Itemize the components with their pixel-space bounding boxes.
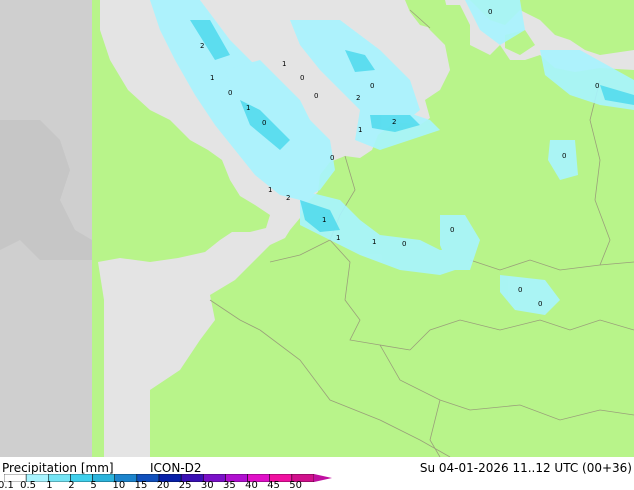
precip-marker: 1: [372, 238, 376, 246]
precip-marker: 2: [392, 118, 396, 126]
legend-tick-label: 40: [245, 480, 258, 490]
precip-marker: 0: [330, 154, 334, 162]
legend-tick-label: 25: [178, 480, 192, 490]
legend-tick-label: 35: [223, 480, 236, 490]
precip-marker: 1: [322, 216, 326, 224]
precip-marker: 1: [336, 234, 340, 242]
precip-marker: 0: [314, 92, 318, 100]
precip-marker: 0: [488, 8, 492, 16]
legend-tick-label: 20: [156, 480, 170, 490]
precip-marker: 1: [268, 186, 272, 194]
legend-tick-label: 30: [200, 480, 214, 490]
precip-marker: 0: [450, 226, 454, 234]
precip-marker: 0: [518, 286, 522, 294]
precip-marker: 2: [200, 42, 204, 50]
precip-marker: 1: [358, 126, 362, 134]
legend-tick-label: 45: [267, 480, 280, 490]
legend-tick-label: 15: [134, 480, 148, 490]
map-title: Precipitation [mm]: [2, 461, 114, 475]
legend-tick-label: 2: [68, 480, 75, 490]
precip-marker: 1: [282, 60, 286, 68]
legend-tick-label: 0.5: [20, 480, 36, 490]
legend-tick-label: 50: [289, 480, 303, 490]
precip-marker: 0: [370, 82, 374, 90]
precip-marker: 0: [228, 89, 232, 97]
precip-marker: 0: [538, 300, 542, 308]
precip-marker: 0: [300, 74, 304, 82]
legend-tick-label: 10: [112, 480, 126, 490]
legend-overflow-arrow: [314, 474, 332, 482]
precip-marker: 2: [286, 194, 290, 202]
precip-marker: 2: [356, 94, 360, 102]
legend-tick-label: 5: [90, 480, 97, 490]
precip-marker: 0: [562, 152, 566, 160]
precip-marker: 0: [595, 82, 599, 90]
legend-tick-label: 1: [46, 480, 53, 490]
precipitation-map: 2 1 0 1 0 1 0 0 2 0 2 1 0 1 2 1 1 1 0 0 …: [0, 0, 634, 457]
precip-marker: 1: [210, 74, 214, 82]
map-footer: Precipitation [mm] ICON-D2 Su 04-01-2026…: [0, 457, 634, 490]
model-name: ICON-D2: [150, 461, 202, 475]
legend-tick-label: 0.1: [0, 480, 14, 490]
precip-marker: 1: [246, 104, 250, 112]
validity-time: Su 04-01-2026 11..12 UTC (00+36): [419, 461, 632, 475]
map-viewer: 2 1 0 1 0 1 0 0 2 0 2 1 0 1 2 1 1 1 0 0 …: [0, 0, 634, 490]
precip-marker: 0: [402, 240, 406, 248]
precip-marker: 0: [262, 119, 266, 127]
